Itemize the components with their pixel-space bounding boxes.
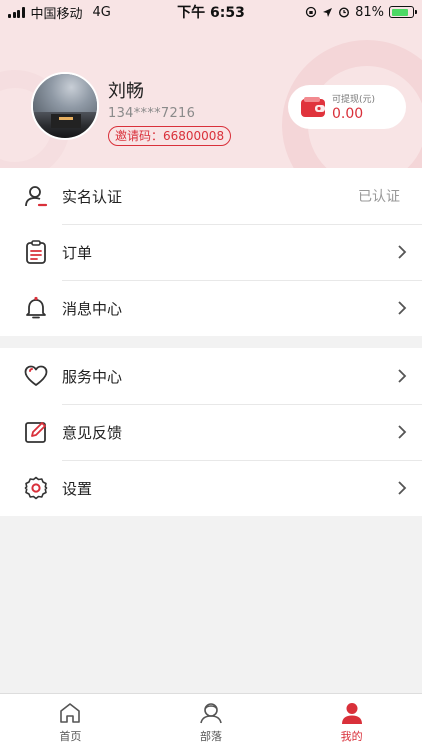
menu-item-label: 消息中心: [62, 299, 123, 318]
menu-item-feedback[interactable]: 意见反馈: [0, 404, 422, 460]
menu-item-label: 意见反馈: [62, 423, 123, 442]
tab-bar: 首页 部落 我的: [0, 693, 422, 750]
verification-status: 已认证: [358, 189, 400, 205]
user-name: 刘畅: [108, 81, 144, 102]
signal-icon: [8, 6, 25, 18]
menu-group-support: 服务中心 意见反馈 设置: [0, 348, 422, 516]
menu-item-settings[interactable]: 设置: [0, 460, 422, 516]
profile-header: 刘畅 134****7216 邀请码：66800008 可提现(元) 0.00: [0, 0, 422, 168]
status-bar: 中国移动 4G 下午 6:53 81%: [0, 0, 422, 24]
user-verify-icon: [0, 168, 62, 224]
clipboard-icon: [0, 224, 62, 280]
menu-item-label: 实名认证: [62, 187, 123, 206]
tribe-icon: [200, 702, 222, 723]
edit-icon: [0, 404, 62, 460]
menu-item-message-center[interactable]: 消息中心: [0, 280, 422, 336]
bell-icon: [0, 280, 62, 336]
menu-item-label: 订单: [62, 243, 93, 262]
wallet-icon: [300, 96, 326, 118]
avatar[interactable]: [31, 72, 99, 140]
chevron-right-icon: [382, 480, 422, 496]
heart-icon: [0, 348, 62, 404]
tab-mine[interactable]: 我的: [281, 694, 422, 750]
battery-percent: 81%: [355, 4, 384, 20]
profile-icon: [341, 702, 362, 724]
invite-code-badge[interactable]: 邀请码：66800008: [108, 126, 232, 146]
menu-group-account: 实名认证 已认证 订单 消息中心: [0, 168, 422, 336]
wallet-label: 可提现(元): [332, 95, 376, 105]
home-icon: [60, 702, 81, 723]
wallet-card[interactable]: 可提现(元) 0.00: [288, 85, 406, 129]
network-label: 4G: [92, 4, 111, 20]
menu-item-label: 服务中心: [62, 367, 123, 386]
chevron-right-icon: [382, 424, 422, 440]
location-icon: [323, 7, 333, 17]
menu-item-label: 设置: [62, 479, 93, 498]
tab-label: 我的: [340, 729, 363, 743]
gear-icon: [0, 460, 62, 516]
battery-icon: [389, 6, 417, 18]
tab-label: 首页: [59, 729, 82, 743]
status-time: 下午 6:53: [177, 5, 245, 21]
tab-tribe[interactable]: 部落: [141, 694, 282, 750]
tab-label: 部落: [200, 729, 222, 743]
user-phone: 134****7216: [108, 106, 196, 121]
chevron-right-icon: [382, 300, 422, 316]
chevron-right-icon: [382, 368, 422, 384]
carrier-label: 中国移动: [30, 6, 83, 22]
tab-home[interactable]: 首页: [0, 694, 141, 750]
menu-item-real-name-verification[interactable]: 实名认证 已认证: [0, 168, 422, 224]
alarm-icon: [339, 7, 350, 18]
rotation-lock-icon: [305, 6, 317, 18]
menu-item-orders[interactable]: 订单: [0, 224, 422, 280]
menu-item-service-center[interactable]: 服务中心: [0, 348, 422, 404]
wallet-amount: 0.00: [332, 106, 364, 122]
chevron-right-icon: [382, 244, 422, 260]
